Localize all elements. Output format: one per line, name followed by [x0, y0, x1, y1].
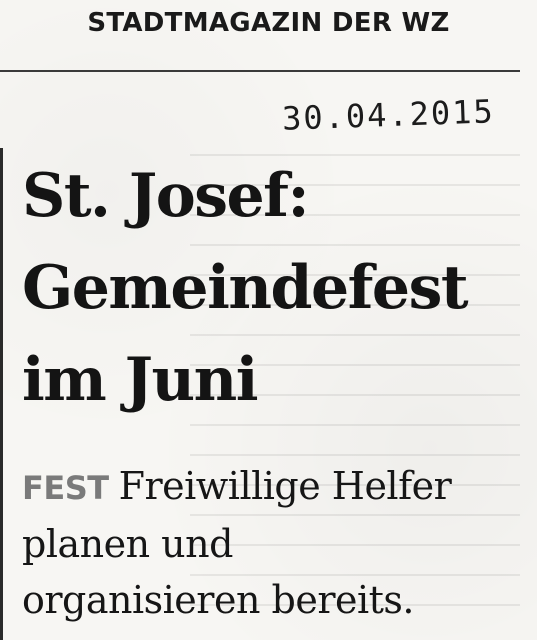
- subheadline-line: planen und: [22, 522, 233, 566]
- subheadline-line: organisieren bereits.: [22, 578, 414, 622]
- masthead: STADTMAGAZIN DER WZ: [87, 8, 450, 38]
- subheadline-text: Freiwillige Helfer: [118, 464, 452, 508]
- column-left-rule: [0, 148, 3, 640]
- handwritten-date: 30.04.2015: [281, 92, 496, 138]
- headline-line: im Juni: [22, 345, 259, 415]
- article-headline: St. Josef: Gemeindefest im Juni: [22, 150, 522, 426]
- headline-line: St. Josef:: [22, 161, 310, 231]
- masthead-divider: [0, 70, 520, 72]
- article-subheadline: FEST Freiwillige Helfer planen und organi…: [22, 458, 527, 628]
- subheadline-line: FEST Freiwillige Helfer: [22, 458, 527, 516]
- kicker-label: FEST: [22, 469, 109, 507]
- headline-line: Gemeindefest: [22, 253, 469, 323]
- newspaper-clipping: STADTMAGAZIN DER WZ 30.04.2015 St. Josef…: [0, 0, 537, 640]
